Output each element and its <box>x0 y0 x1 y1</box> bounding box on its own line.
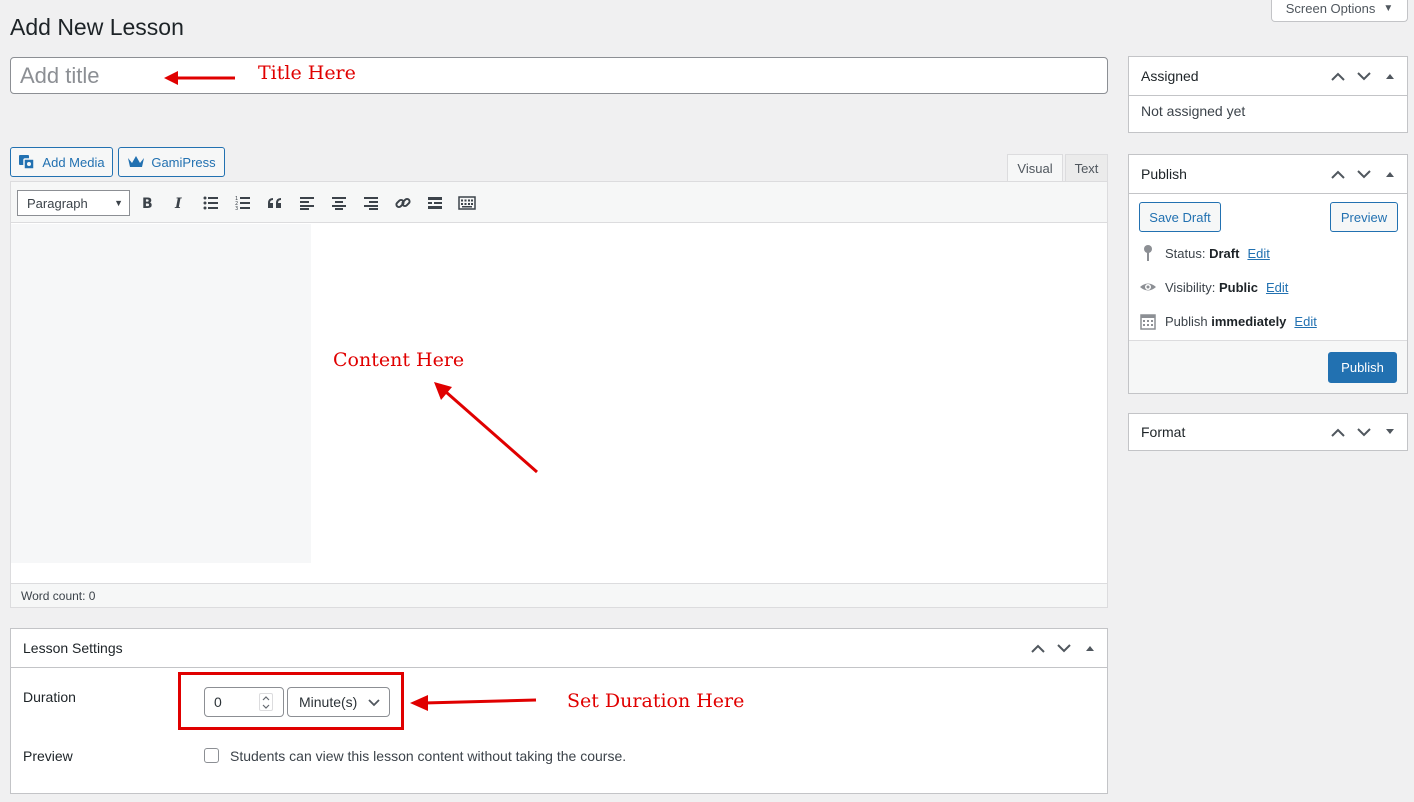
save-draft-label: Save Draft <box>1149 209 1211 225</box>
duration-arrow-annotation <box>410 695 537 711</box>
content-annotation: Content Here <box>333 349 465 371</box>
title-placeholder: Add title <box>20 62 100 88</box>
bold-icon[interactable]: B <box>134 190 160 216</box>
preview-label-button: Preview <box>1340 209 1388 225</box>
visibility-row: Visibility: Public Edit <box>1139 277 1288 297</box>
collapse-icon[interactable] <box>1083 641 1097 655</box>
format-select-value: Paragraph <box>27 195 88 211</box>
crown-icon <box>128 156 145 167</box>
assigned-title: Assigned <box>1141 68 1199 84</box>
preview-checkbox[interactable] <box>204 748 219 763</box>
page-title: Add New Lesson <box>10 14 184 40</box>
word-count: Word count: 0 <box>21 588 96 603</box>
calendar-icon <box>1140 314 1156 330</box>
move-down-icon[interactable] <box>1357 425 1371 439</box>
caret-down-icon: ▼ <box>1383 3 1394 14</box>
align-right-icon[interactable] <box>358 190 384 216</box>
numbered-list-icon[interactable]: 123 <box>230 190 256 216</box>
editor-status-bar: Word count: 0 <box>11 583 1107 607</box>
status-row: Status: Draft Edit <box>1139 243 1270 263</box>
edit-visibility-link[interactable]: Edit <box>1266 280 1288 295</box>
assigned-box: Assigned Not assigned yet <box>1128 56 1408 133</box>
svg-text:B: B <box>142 196 153 210</box>
lesson-settings-title: Lesson Settings <box>23 640 123 656</box>
collapse-icon[interactable] <box>1383 69 1397 83</box>
link-icon[interactable] <box>390 190 416 216</box>
lesson-settings-header[interactable]: Lesson Settings <box>11 629 1107 668</box>
lesson-settings-box: Lesson Settings Duration 0 Minute(s) Pre… <box>10 628 1108 794</box>
format-select[interactable]: Paragraph ▼ <box>17 190 130 216</box>
editor-toolbar: Paragraph ▼ B I 123 <box>11 182 1107 223</box>
format-box: Format <box>1128 413 1408 451</box>
visibility-label: Visibility: <box>1165 279 1216 295</box>
expand-icon[interactable] <box>1383 425 1397 439</box>
svg-text:3: 3 <box>235 206 238 210</box>
tab-visual[interactable]: Visual <box>1007 154 1063 182</box>
move-up-icon[interactable] <box>1031 641 1045 655</box>
assigned-header[interactable]: Assigned <box>1129 57 1407 96</box>
visibility-value: Public <box>1218 279 1258 295</box>
blockquote-icon[interactable] <box>262 190 288 216</box>
media-icon <box>19 155 36 170</box>
gamipress-button[interactable]: GamiPress <box>118 147 225 177</box>
gamipress-label: GamiPress <box>151 154 216 170</box>
content-placeholder-block <box>11 224 311 563</box>
move-up-icon[interactable] <box>1331 167 1345 181</box>
content-editor: Paragraph ▼ B I 123 Word count: 0 <box>10 181 1108 608</box>
publish-actions: Publish <box>1129 340 1407 393</box>
move-down-icon[interactable] <box>1357 167 1371 181</box>
move-up-icon[interactable] <box>1331 425 1345 439</box>
move-down-icon[interactable] <box>1357 69 1371 83</box>
add-media-button[interactable]: Add Media <box>10 147 113 177</box>
read-more-icon[interactable] <box>422 190 448 216</box>
collapse-icon[interactable] <box>1383 167 1397 181</box>
duration-label: Duration <box>23 689 76 705</box>
edit-status-link[interactable]: Edit <box>1247 246 1269 261</box>
assigned-text: Not assigned yet <box>1141 103 1246 119</box>
preview-description: Students can view this lesson content wi… <box>230 748 627 764</box>
schedule-row: Publish immediately Edit <box>1139 311 1317 331</box>
add-media-label: Add Media <box>42 154 105 170</box>
align-left-icon[interactable] <box>294 190 320 216</box>
tab-text[interactable]: Text <box>1065 154 1108 182</box>
move-down-icon[interactable] <box>1057 641 1071 655</box>
publish-header[interactable]: Publish <box>1129 155 1407 194</box>
screen-options-label: Screen Options <box>1285 1 1376 16</box>
title-arrow-annotation <box>164 71 235 85</box>
bullet-list-icon[interactable] <box>198 190 224 216</box>
status-label: Status: <box>1165 245 1206 261</box>
italic-icon[interactable]: I <box>166 190 192 216</box>
caret-down-icon: ▼ <box>114 198 123 208</box>
preview-button[interactable]: Preview <box>1330 202 1398 232</box>
toolbar-toggle-icon[interactable] <box>454 190 480 216</box>
eye-icon <box>1140 283 1156 291</box>
format-title: Format <box>1141 424 1186 440</box>
schedule-label: Publish <box>1165 313 1208 329</box>
content-area[interactable] <box>11 224 1107 583</box>
publish-title: Publish <box>1141 166 1187 182</box>
format-header[interactable]: Format <box>1129 414 1407 450</box>
save-draft-button[interactable]: Save Draft <box>1139 202 1221 232</box>
publish-box: Publish Save Draft Preview Status: Draft… <box>1128 154 1408 394</box>
title-annotation: Title Here <box>258 62 356 84</box>
publish-button-label: Publish <box>1341 360 1384 375</box>
tab-visual-label: Visual <box>1017 161 1053 176</box>
edit-schedule-link[interactable]: Edit <box>1294 314 1316 329</box>
content-arrow-annotation <box>434 382 538 474</box>
preview-label: Preview <box>23 748 73 764</box>
pin-icon <box>1144 245 1152 261</box>
status-value: Draft <box>1209 245 1240 261</box>
duration-annotation: Set Duration Here <box>567 690 745 712</box>
tab-text-label: Text <box>1074 161 1099 176</box>
publish-button[interactable]: Publish <box>1328 352 1397 383</box>
screen-options-button[interactable]: Screen Options ▼ <box>1271 0 1408 22</box>
move-up-icon[interactable] <box>1331 69 1345 83</box>
duration-highlight-annotation <box>178 672 404 730</box>
align-center-icon[interactable] <box>326 190 352 216</box>
schedule-value: immediately <box>1211 313 1287 329</box>
svg-text:I: I <box>174 196 182 210</box>
